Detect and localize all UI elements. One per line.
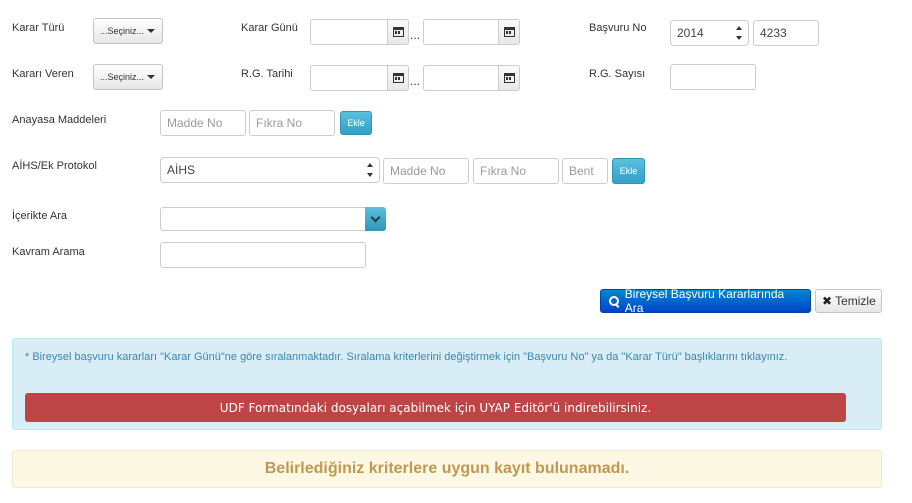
rg-tarihi-end-calendar-button[interactable] bbox=[498, 65, 520, 91]
icerikte-ara-input[interactable] bbox=[160, 207, 366, 231]
aihs-fikra-placeholder: Fıkra No bbox=[480, 164, 527, 178]
karari-veren-select[interactable]: ...Seçiniz... bbox=[93, 64, 163, 90]
karar-turu-select[interactable]: ...Seçiniz... bbox=[93, 18, 163, 44]
sorting-info-text: * Bireysel başvuru kararları "Karar Günü… bbox=[25, 351, 788, 363]
aihs-madde-placeholder: Madde No bbox=[390, 164, 446, 178]
caret-down-icon bbox=[147, 29, 156, 33]
karar-gunu-end-calendar-button[interactable] bbox=[498, 19, 520, 45]
rg-tarihi-start-calendar-button[interactable] bbox=[387, 65, 409, 91]
calendar-icon bbox=[392, 73, 404, 83]
karar-gunu-end-input[interactable] bbox=[423, 19, 499, 45]
aihs-label: AİHS/Ek Protokol bbox=[12, 160, 97, 172]
info-alert: * Bireysel başvuru kararları "Karar Günü… bbox=[12, 338, 882, 430]
calendar-icon bbox=[503, 73, 515, 83]
aihs-fikra-input[interactable]: Fıkra No bbox=[473, 158, 559, 184]
anayasa-fikra-placeholder: Fıkra No bbox=[256, 116, 303, 130]
kavram-arama-label: Kavram Arama bbox=[12, 246, 85, 258]
karar-gunu-label: Karar Günü bbox=[241, 22, 298, 34]
basvuru-number-input[interactable]: 4233 bbox=[753, 20, 819, 46]
calendar-icon bbox=[392, 27, 404, 37]
basvuru-number-value: 4233 bbox=[760, 26, 787, 40]
calendar-icon bbox=[503, 27, 515, 37]
rg-tarihi-start-input[interactable] bbox=[310, 65, 388, 91]
uyap-editor-download-banner[interactable]: UDF Formatındaki dosyaları açabilmek içi… bbox=[25, 393, 846, 422]
karar-turu-select-label: ...Seçiniz... bbox=[100, 26, 145, 36]
anayasa-add-label: Ekle bbox=[347, 118, 365, 128]
no-results-alert: Belirlediğiniz kriterlere uygun kayıt bu… bbox=[12, 450, 882, 488]
aihs-madde-input[interactable]: Madde No bbox=[383, 158, 469, 184]
karar-gunu-start-calendar-button[interactable] bbox=[387, 19, 409, 45]
anayasa-add-button[interactable]: Ekle bbox=[340, 111, 372, 135]
basvuru-year-value: 2014 bbox=[677, 26, 704, 40]
rg-tarihi-end-input[interactable] bbox=[423, 65, 499, 91]
anayasa-fikra-input[interactable]: Fıkra No bbox=[249, 110, 335, 136]
icerikte-ara-dropdown-button[interactable] bbox=[365, 207, 386, 231]
no-results-message: Belirlediğiniz kriterlere uygun kayıt bu… bbox=[264, 460, 630, 477]
aihs-add-button[interactable]: Ekle bbox=[612, 158, 645, 184]
rg-tarihi-label: R.G. Tarihi bbox=[241, 68, 293, 80]
close-icon: ✖ bbox=[822, 294, 833, 308]
karari-veren-label: Kararı Veren bbox=[12, 68, 74, 80]
anayasa-madde-placeholder: Madde No bbox=[167, 116, 223, 130]
date-range-separator: ... bbox=[410, 28, 421, 42]
clear-button[interactable]: ✖ Temizle bbox=[815, 289, 882, 313]
uyap-editor-banner-text: UDF Formatındaki dosyaları açabilmek içi… bbox=[219, 400, 652, 415]
date-range-separator: ... bbox=[410, 74, 421, 88]
karar-gunu-start-input[interactable] bbox=[310, 19, 388, 45]
aihs-bent-placeholder: Bent bbox=[569, 164, 594, 178]
search-button-label: Bireysel Başvuru Kararlarında Ara bbox=[624, 287, 785, 315]
aihs-add-label: Ekle bbox=[619, 166, 638, 176]
karari-veren-select-label: ...Seçiniz... bbox=[100, 72, 145, 82]
search-button[interactable]: Bireysel Başvuru Kararlarında Ara bbox=[600, 287, 811, 315]
search-icon bbox=[609, 295, 620, 307]
basvuru-year-select[interactable]: 2014 bbox=[670, 20, 749, 46]
aihs-select[interactable]: AİHS bbox=[160, 157, 380, 183]
rg-sayisi-input[interactable] bbox=[670, 64, 756, 90]
anayasa-madde-input[interactable]: Madde No bbox=[160, 110, 246, 136]
anayasa-maddeleri-label: Anayasa Maddeleri bbox=[12, 114, 107, 126]
aihs-bent-input[interactable]: Bent bbox=[562, 158, 608, 184]
kavram-arama-input[interactable] bbox=[160, 242, 366, 268]
rg-sayisi-label: R.G. Sayısı bbox=[589, 68, 646, 80]
caret-down-icon bbox=[147, 75, 156, 79]
chevron-down-icon bbox=[370, 212, 381, 223]
clear-button-label: Temizle bbox=[835, 294, 876, 308]
basvuru-no-label: Başvuru No bbox=[589, 22, 647, 34]
aihs-selected-value: AİHS bbox=[167, 163, 196, 177]
karar-turu-label: Karar Türü bbox=[12, 22, 65, 34]
updown-arrows-icon bbox=[736, 26, 743, 40]
icerikte-ara-label: İçerikte Ara bbox=[12, 210, 68, 222]
updown-arrows-icon bbox=[367, 163, 374, 177]
